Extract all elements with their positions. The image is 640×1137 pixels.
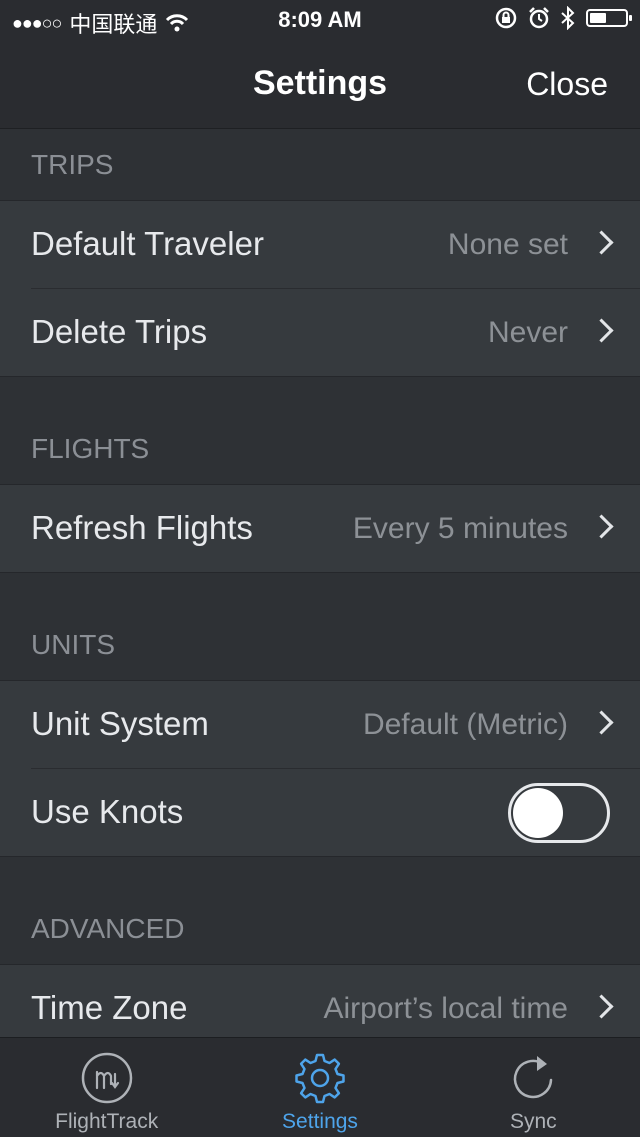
tab-label: FlightTrack xyxy=(55,1110,159,1133)
navigation-bar: Settings Close xyxy=(0,40,640,129)
delete-trips-row[interactable]: Delete Trips Never xyxy=(0,289,640,377)
tab-label: Sync xyxy=(509,1110,557,1133)
row-label: Default Traveler xyxy=(31,225,264,262)
battery-level xyxy=(590,13,606,23)
row-label: Time Zone xyxy=(31,989,188,1026)
chevron-right-icon xyxy=(589,514,614,539)
chevron-right-icon xyxy=(589,994,614,1019)
section-header-trips: TRIPS xyxy=(0,129,640,201)
use-knots-row: Use Knots xyxy=(0,769,640,857)
gear-icon xyxy=(295,1053,345,1104)
tab-bar: FlightTrack Settings Sync xyxy=(0,1037,640,1137)
unit-system-row[interactable]: Unit System Default (Metric) xyxy=(0,681,640,769)
section-header-units: UNITS xyxy=(0,609,640,681)
row-label: Delete Trips xyxy=(31,313,208,350)
row-value: None set xyxy=(447,228,568,261)
refresh-flights-row[interactable]: Refresh Flights Every 5 minutes xyxy=(0,485,640,573)
rotation-lock-icon xyxy=(495,7,517,29)
sync-icon xyxy=(514,1056,553,1099)
tab-sync[interactable]: Sync xyxy=(427,1038,640,1137)
toggle-knob xyxy=(513,788,563,838)
bluetooth-icon xyxy=(561,6,575,30)
status-right xyxy=(494,6,632,30)
row-value: Every 5 minutes xyxy=(352,512,568,545)
row-value: Airport’s local time xyxy=(323,992,568,1025)
tab-settings[interactable]: Settings xyxy=(213,1038,426,1137)
row-value: Default (Metric) xyxy=(362,708,568,741)
alarm-icon xyxy=(529,7,549,29)
section-spacer xyxy=(0,377,640,413)
flighttrack-icon xyxy=(81,1052,132,1104)
row-value: Never xyxy=(487,316,568,349)
row-label: Refresh Flights xyxy=(31,509,253,546)
use-knots-toggle[interactable] xyxy=(508,783,610,843)
tab-flighttrack[interactable]: FlightTrack xyxy=(0,1038,213,1137)
settings-list[interactable]: TRIPS Default Traveler None set Delete T… xyxy=(0,129,640,1037)
row-label: Use Knots xyxy=(31,793,184,830)
section-spacer xyxy=(0,857,640,893)
status-bar: ●●●○○ 中国联通 8:09 AM xyxy=(0,0,640,40)
section-header-advanced: ADVANCED xyxy=(0,893,640,965)
battery-icon xyxy=(586,9,632,27)
section-spacer xyxy=(0,573,640,609)
chevron-right-icon xyxy=(589,230,614,255)
section-header-flights: FLIGHTS xyxy=(0,413,640,485)
time-zone-row[interactable]: Time Zone Airport’s local time xyxy=(0,965,640,1037)
close-button[interactable]: Close xyxy=(526,66,608,103)
default-traveler-row[interactable]: Default Traveler None set xyxy=(0,201,640,289)
tab-label: Settings xyxy=(282,1110,358,1133)
chevron-right-icon xyxy=(589,710,614,735)
chevron-right-icon xyxy=(589,318,614,343)
row-label: Unit System xyxy=(31,705,209,742)
